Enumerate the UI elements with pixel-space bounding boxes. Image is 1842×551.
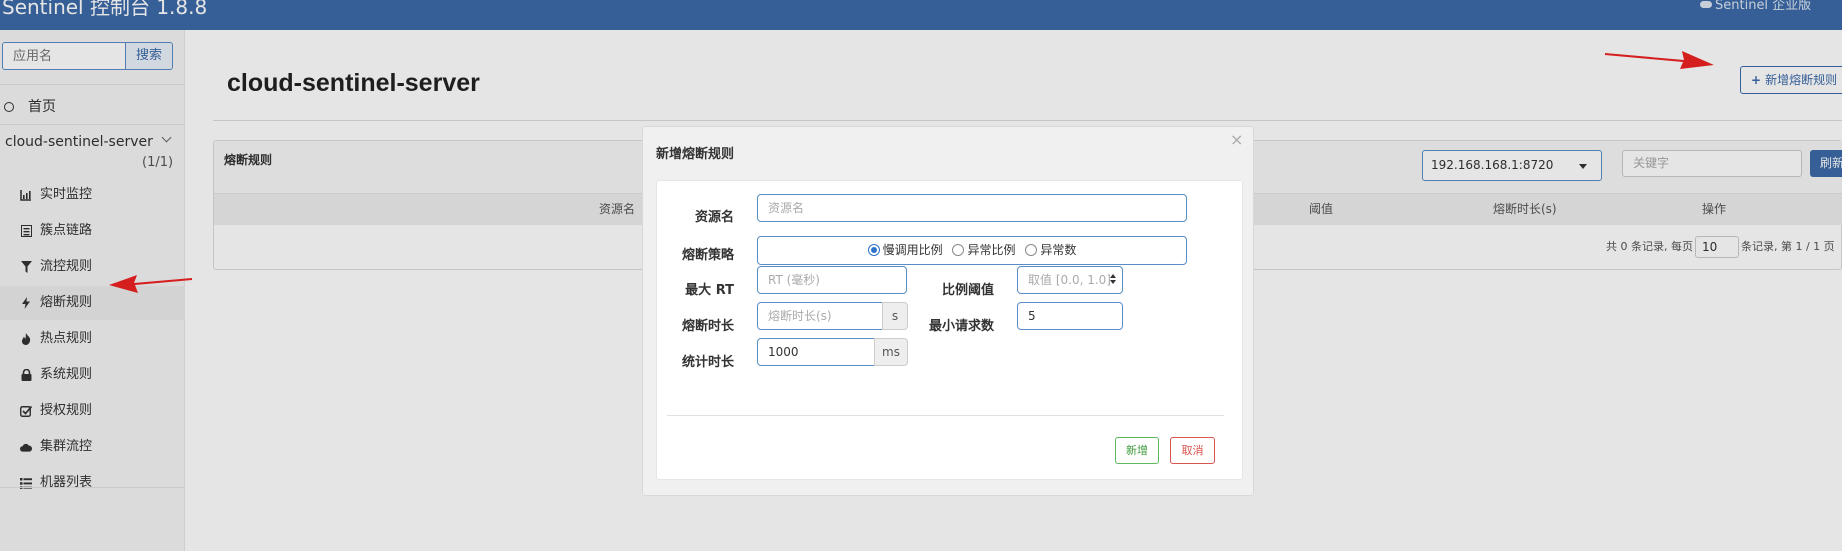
stat-interval-unit: ms xyxy=(874,338,908,366)
min-request-label: 最小请求数 xyxy=(928,319,994,334)
strategy-option-error-count[interactable]: 异常数 xyxy=(1025,243,1076,257)
min-request-input[interactable]: 5 xyxy=(1017,302,1123,330)
spinner-icon[interactable] xyxy=(1110,274,1116,284)
stat-interval-label: 统计时长 xyxy=(681,355,734,370)
duration-unit: s xyxy=(882,302,908,330)
dialog-title: 新增熔断规则 xyxy=(656,147,735,162)
close-icon[interactable]: × xyxy=(1230,130,1243,150)
ratio-threshold-label: 比例阈值 xyxy=(941,283,994,298)
cancel-button[interactable]: 取消 xyxy=(1170,437,1215,464)
resource-name-label: 资源名 xyxy=(694,210,734,225)
strategy-option-label: 异常数 xyxy=(1040,243,1077,257)
add-button[interactable]: 新增 xyxy=(1115,437,1159,464)
strategy-option-label: 异常比例 xyxy=(967,243,1016,257)
divider xyxy=(667,415,1224,416)
strategy-option-label: 慢调用比例 xyxy=(882,243,943,257)
ratio-threshold-input[interactable]: 取值 [0.0, 1.0] xyxy=(1017,266,1123,294)
dialog-body: 资源名 资源名 熔断策略 慢调用比例 异常比例 异常数 最大 RT RT (毫秒… xyxy=(656,180,1243,480)
degrade-strategy-label: 熔断策略 xyxy=(681,248,734,263)
add-degrade-rule-dialog: 新增熔断规则 × 资源名 资源名 熔断策略 慢调用比例 异常比例 异常数 最大 … xyxy=(642,126,1254,496)
strategy-option-slow-ratio[interactable]: 慢调用比例 xyxy=(867,243,943,257)
degrade-strategy-group: 慢调用比例 异常比例 异常数 xyxy=(757,236,1187,265)
radio-checked-icon xyxy=(867,244,880,256)
duration-input[interactable]: 熔断时长(s) xyxy=(757,302,883,330)
ratio-threshold-placeholder: 取值 [0.0, 1.0] xyxy=(1028,273,1111,287)
max-rt-input[interactable]: RT (毫秒) xyxy=(757,266,907,294)
stat-interval-input[interactable]: 1000 xyxy=(757,338,875,366)
duration-label: 熔断时长 xyxy=(681,319,734,334)
resource-name-input[interactable]: 资源名 xyxy=(757,194,1187,222)
radio-unchecked-icon xyxy=(952,244,965,256)
max-rt-label: 最大 RT xyxy=(685,283,734,298)
strategy-option-error-ratio[interactable]: 异常比例 xyxy=(952,243,1016,257)
radio-unchecked-icon xyxy=(1025,244,1038,256)
